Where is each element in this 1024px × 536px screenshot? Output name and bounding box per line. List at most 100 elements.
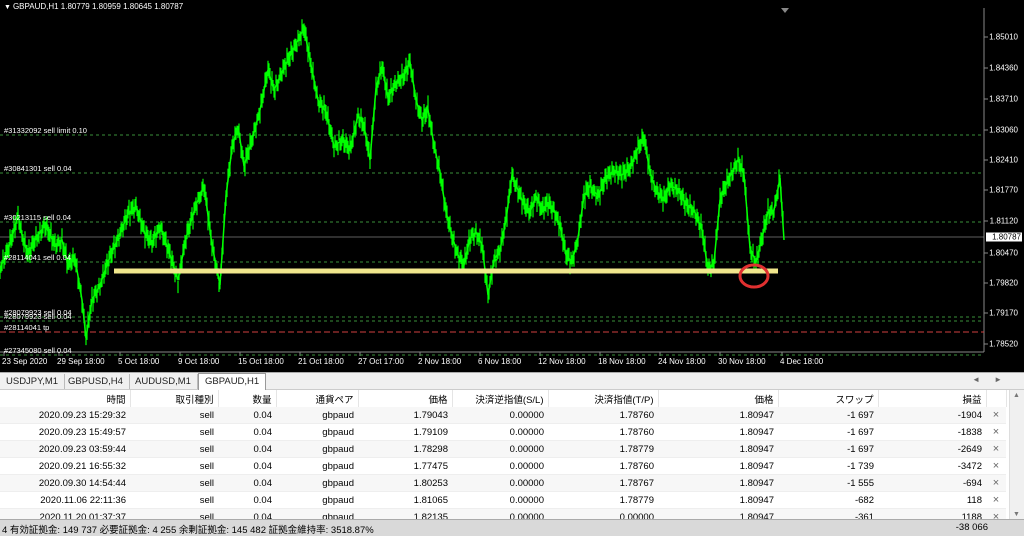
cell-profit: 118 <box>878 491 986 509</box>
cell-current-price: 1.80947 <box>658 474 778 492</box>
chart-shift-marker-icon[interactable] <box>781 8 789 13</box>
time-axis-label: 6 Nov 18:00 <box>478 357 522 366</box>
cell-time: 2020.11.06 22:11:36 <box>0 491 130 509</box>
price-axis-label: 1.80470 <box>989 248 1018 258</box>
time-axis-label: 5 Oct 18:00 <box>118 357 160 366</box>
cell-type: sell <box>130 491 218 509</box>
cell-time: 2020.09.30 14:54:44 <box>0 474 130 492</box>
cell-take-profit: 1.78760 <box>548 423 658 441</box>
cell-take-profit: 1.78760 <box>548 407 658 424</box>
table-row[interactable]: 2020.09.30 14:54:44 sell 0.04 gbpaud 1.80253… <box>0 474 1006 492</box>
time-axis-label: 24 Nov 18:00 <box>658 357 706 366</box>
cell-symbol: gbpaud <box>276 491 358 509</box>
cell-swap: -1 739 <box>778 457 878 475</box>
cell-type: sell <box>130 457 218 475</box>
close-order-icon[interactable]: × <box>986 407 1006 424</box>
cell-symbol: gbpaud <box>276 440 358 458</box>
cell-time: 2020.09.23 15:49:57 <box>0 423 130 441</box>
cell-open-price: 1.77475 <box>358 457 452 475</box>
time-axis-label: 27 Oct 17:00 <box>358 357 404 366</box>
col-header-take-profit[interactable]: 決済指値(T/P) <box>548 390 659 407</box>
time-axis-label: 15 Oct 18:00 <box>238 357 284 366</box>
price-chart-canvas[interactable] <box>0 0 1024 372</box>
dropdown-triangle-icon[interactable]: ▼ <box>4 4 11 11</box>
price-axis-label: 1.81120 <box>989 216 1018 226</box>
col-header-symbol[interactable]: 通貨ペア <box>276 390 359 407</box>
cell-type: sell <box>130 440 218 458</box>
close-order-icon[interactable]: × <box>986 440 1006 458</box>
price-line <box>0 25 785 339</box>
order-line-label: #30213115 sell 0.04 <box>4 213 72 222</box>
time-axis-label: 2 Nov 18:00 <box>418 357 462 366</box>
tab-scroll-arrows-icon[interactable]: ◄► <box>972 375 1016 384</box>
cell-type: sell <box>130 407 218 424</box>
tab-gbpusd-h4[interactable]: GBPUSD,H4 <box>62 374 130 389</box>
cell-volume: 0.04 <box>218 407 276 424</box>
tab-usdjpy-m1[interactable]: USDJPY,M1 <box>0 374 66 389</box>
close-order-icon[interactable]: × <box>986 491 1006 509</box>
cell-stop-loss: 0.00000 <box>452 440 548 458</box>
cell-take-profit: 1.78779 <box>548 440 658 458</box>
chart-symbol-text: GBPAUD,H1 1.80779 1.80959 1.80645 1.8078… <box>12 2 184 11</box>
table-row[interactable]: 2020.09.23 15:49:57 sell 0.04 gbpaud 1.79109… <box>0 423 1006 441</box>
cell-volume: 0.04 <box>218 474 276 492</box>
col-header-stop-loss[interactable]: 決済逆指値(S/L) <box>452 390 549 407</box>
close-order-icon[interactable]: × <box>986 474 1006 492</box>
table-row[interactable]: 2020.09.21 16:55:32 sell 0.04 gbpaud 1.77475… <box>0 457 1006 475</box>
cell-volume: 0.04 <box>218 457 276 475</box>
cell-profit: -694 <box>878 474 986 492</box>
tab-gbpaud-h1[interactable]: GBPAUD,H1 <box>198 373 267 390</box>
cell-stop-loss: 0.00000 <box>452 423 548 441</box>
cell-symbol: gbpaud <box>276 474 358 492</box>
time-axis-label: 12 Nov 18:00 <box>538 357 586 366</box>
order-line-label: #31332092 sell limit 0.10 <box>4 126 87 135</box>
cell-stop-loss: 0.00000 <box>452 491 548 509</box>
cell-open-price: 1.78298 <box>358 440 452 458</box>
col-header-close <box>986 390 1007 407</box>
tab-audusd-m1[interactable]: AUDUSD,M1 <box>129 374 198 389</box>
cell-time: 2020.09.23 15:29:32 <box>0 407 130 424</box>
price-axis-label: 1.78520 <box>989 339 1018 349</box>
col-header-profit[interactable]: 損益 <box>878 390 987 407</box>
cell-profit: -3472 <box>878 457 986 475</box>
price-axis-label: 1.85010 <box>989 32 1018 42</box>
table-row[interactable]: 2020.09.23 03:59:44 sell 0.04 gbpaud 1.78298… <box>0 440 1006 458</box>
cell-volume: 0.04 <box>218 440 276 458</box>
table-row[interactable]: 2020.11.06 22:11:36 sell 0.04 gbpaud 1.81065… <box>0 491 1006 509</box>
cell-take-profit: 1.78767 <box>548 474 658 492</box>
col-header-volume[interactable]: 数量 <box>218 390 277 407</box>
cell-swap: -1 555 <box>778 474 878 492</box>
time-axis-label: 30 Nov 18:00 <box>718 357 766 366</box>
cell-current-price: 1.80947 <box>658 491 778 509</box>
cell-profit: -1904 <box>878 407 986 424</box>
col-header-current-price[interactable]: 価格 <box>658 390 779 407</box>
order-line-label: #28079923 sell 0.04 <box>4 312 72 321</box>
price-chart[interactable]: ▼ GBPAUD,H1 1.80779 1.80959 1.80645 1.807… <box>0 0 1024 372</box>
cell-time: 2020.09.23 03:59:44 <box>0 440 130 458</box>
cell-stop-loss: 0.00000 <box>452 407 548 424</box>
scroll-up-icon[interactable]: ▲ <box>1013 392 1020 399</box>
account-summary: 4 有効証拠金: 149 737 必要証拠金: 4 255 余剰証拠金: 145… <box>2 525 374 536</box>
table-vertical-scrollbar[interactable]: ▲ ▼ <box>1009 390 1024 520</box>
cell-swap: -1 697 <box>778 407 878 424</box>
chart-symbol-info: ▼ GBPAUD,H1 1.80779 1.80959 1.80645 1.807… <box>4 2 183 11</box>
account-status-bar: 4 有効証拠金: 149 737 必要証拠金: 4 255 余剰証拠金: 145… <box>0 519 1024 536</box>
table-row[interactable]: 2020.09.23 15:29:32 sell 0.04 gbpaud 1.79043… <box>0 407 1006 424</box>
col-header-open-price[interactable]: 価格 <box>358 390 453 407</box>
time-axis-label: 23 Sep 2020 <box>2 357 48 366</box>
col-header-swap[interactable]: スワップ <box>778 390 879 407</box>
cell-profit: -2649 <box>878 440 986 458</box>
col-header-time[interactable]: 時間 <box>0 390 131 407</box>
price-axis-label: 1.79170 <box>989 308 1018 318</box>
cell-volume: 0.04 <box>218 423 276 441</box>
cell-stop-loss: 0.00000 <box>452 474 548 492</box>
price-candles <box>0 19 784 346</box>
cell-take-profit: 1.78779 <box>548 491 658 509</box>
close-order-icon[interactable]: × <box>986 423 1006 441</box>
order-line-label: #27345080 sell 0.04 <box>4 346 72 355</box>
cell-symbol: gbpaud <box>276 423 358 441</box>
cell-swap: -682 <box>778 491 878 509</box>
close-order-icon[interactable]: × <box>986 457 1006 475</box>
col-header-type[interactable]: 取引種別 <box>130 390 219 407</box>
scroll-down-icon[interactable]: ▼ <box>1013 511 1020 518</box>
